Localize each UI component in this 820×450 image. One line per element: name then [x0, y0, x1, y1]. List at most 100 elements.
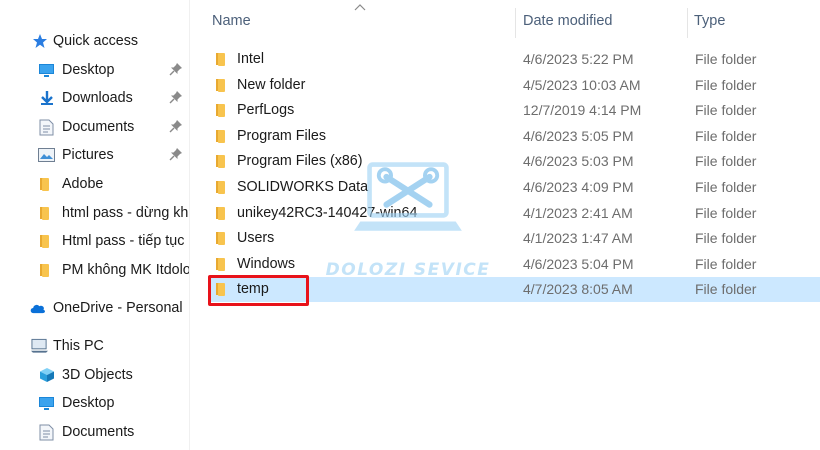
file-type: File folder: [695, 179, 757, 195]
file-type: File folder: [695, 51, 757, 67]
nav-item-documents[interactable]: Documents: [0, 114, 190, 140]
column-separator[interactable]: [687, 8, 688, 38]
pin-icon[interactable]: [169, 62, 183, 76]
nav-item-onedrive-personal[interactable]: OneDrive - Personal: [0, 295, 190, 321]
nav-item-label: 3D Objects: [62, 367, 133, 383]
file-row[interactable]: New folder 4/5/2023 10:03 AM File folder: [208, 73, 820, 98]
nav-item-html-pass-d-ng-kh[interactable]: html pass - dừng kh: [0, 200, 190, 226]
file-type: File folder: [695, 102, 757, 119]
nav-item-downloads[interactable]: Downloads: [0, 85, 190, 111]
nav-item-pm-kh-ng-mk-itdolo[interactable]: PM không MK Itdolo: [0, 257, 190, 283]
file-type: File folder: [695, 255, 757, 272]
desktop-icon: [38, 62, 55, 78]
computer-icon: [31, 338, 48, 354]
nav-item-quick-access[interactable]: Quick access: [0, 28, 190, 54]
nav-item-label: Pictures: [62, 147, 114, 163]
nav-item-documents[interactable]: Documents: [0, 419, 190, 445]
column-separator[interactable]: [515, 8, 516, 38]
file-type: File folder: [695, 127, 757, 144]
file-date-modified: 4/1/2023 1:47 AM: [523, 230, 633, 247]
file-date-modified: 4/6/2023 5:22 PM: [523, 51, 634, 67]
folder-icon: [38, 262, 55, 278]
folder-icon: [38, 205, 55, 221]
file-row[interactable]: PerfLogs 12/7/2019 4:14 PM File folder: [208, 98, 820, 123]
nav-item-label: Adobe: [62, 176, 104, 192]
desktop-icon: [38, 395, 55, 411]
folder-icon: [215, 103, 231, 118]
folder-icon: [215, 257, 231, 272]
nav-item-label: This PC: [53, 338, 104, 354]
nav-item-pictures[interactable]: Pictures: [0, 142, 190, 168]
watermark-text: DOLOZI SEVICE: [325, 260, 491, 280]
nav-item-html-pass-ti-p-t-c[interactable]: Html pass - tiếp tục: [0, 228, 190, 254]
file-date-modified: 12/7/2019 4:14 PM: [523, 102, 642, 119]
file-date-modified: 4/7/2023 8:05 AM: [523, 281, 633, 298]
file-row[interactable]: Windows 4/6/2023 5:04 PM File folder: [208, 252, 820, 277]
nav-item-3d-objects[interactable]: 3D Objects: [0, 362, 190, 388]
file-date-modified: 4/5/2023 10:03 AM: [523, 76, 641, 93]
folder-icon: [215, 154, 231, 169]
file-type: File folder: [695, 76, 757, 93]
file-name[interactable]: Users: [237, 230, 274, 246]
laptop-tools-icon: [354, 162, 462, 231]
file-type: File folder: [695, 281, 757, 298]
nav-item-label: OneDrive - Personal: [53, 300, 183, 316]
folder-icon: [38, 233, 55, 249]
cloud-icon: [29, 300, 46, 316]
folder-icon: [215, 231, 231, 246]
documents-icon: [38, 119, 55, 135]
file-name[interactable]: New folder: [237, 77, 305, 93]
folder-icon: [215, 78, 231, 93]
file-name[interactable]: PerfLogs: [237, 102, 294, 118]
nav-item-this-pc[interactable]: This PC: [0, 333, 190, 359]
folder-icon: [215, 206, 231, 221]
file-row[interactable]: unikey42RC3-140427-win64 4/1/2023 2:41 AM…: [208, 201, 820, 226]
file-date-modified: 4/1/2023 2:41 AM: [523, 204, 633, 221]
file-date-modified: 4/6/2023 5:04 PM: [523, 255, 634, 272]
folder-icon: [215, 129, 231, 144]
column-date-modified-header[interactable]: Date modified: [523, 13, 612, 29]
folder-icon: [215, 180, 231, 195]
nav-item-label: Quick access: [53, 33, 139, 49]
nav-item-label: PM không MK Itdolo: [62, 262, 190, 278]
column-name-header[interactable]: Name: [212, 13, 251, 29]
file-row[interactable]: SOLIDWORKS Data 4/6/2023 4:09 PM File fold…: [208, 175, 820, 200]
file-type: File folder: [695, 230, 757, 247]
file-row[interactable]: Program Files 4/6/2023 5:05 PM File folder: [208, 124, 820, 149]
file-name[interactable]: Intel: [237, 51, 264, 67]
file-row[interactable]: Intel 4/6/2023 5:22 PM File folder: [208, 47, 820, 72]
nav-item-label: Html pass - tiếp tục: [62, 233, 185, 249]
download-icon: [38, 90, 55, 106]
nav-item-label: html pass - dừng kh: [62, 205, 189, 221]
file-name[interactable]: Program Files: [237, 128, 326, 144]
nav-item-label: Documents: [62, 424, 135, 440]
folder-icon: [215, 52, 231, 67]
sort-ascending-icon[interactable]: [354, 3, 366, 11]
documents-icon: [38, 424, 55, 440]
nav-item-desktop[interactable]: Desktop: [0, 57, 190, 83]
column-header-row: Name Date modified Type: [190, 0, 820, 46]
pin-icon[interactable]: [169, 90, 183, 104]
cube-icon: [38, 367, 55, 383]
nav-item-label: Documents: [62, 119, 135, 135]
file-name[interactable]: Windows: [237, 256, 295, 272]
file-date-modified: 4/6/2023 5:05 PM: [523, 127, 634, 144]
navigation-pane: Quick access Desktop Downloads Documents Pic…: [0, 0, 190, 450]
pin-icon[interactable]: [169, 147, 183, 161]
folder-icon: [38, 176, 55, 192]
pictures-icon: [38, 147, 55, 163]
nav-item-label: Desktop: [62, 62, 115, 78]
column-type-header[interactable]: Type: [694, 13, 725, 29]
file-date-modified: 4/6/2023 5:03 PM: [523, 153, 634, 170]
nav-item-label: Desktop: [62, 395, 115, 411]
file-list: Name Date modified Type Intel 4/6/2023 5:…: [190, 0, 820, 450]
file-row[interactable]: Users 4/1/2023 1:47 AM File folder: [208, 226, 820, 251]
nav-item-desktop[interactable]: Desktop: [0, 390, 190, 416]
file-type: File folder: [695, 204, 757, 221]
star-icon: [31, 33, 48, 49]
pin-icon[interactable]: [169, 119, 183, 133]
nav-item-label: Downloads: [62, 90, 133, 106]
nav-item-adobe[interactable]: Adobe: [0, 171, 190, 197]
file-row[interactable]: Program Files (x86) 4/6/2023 5:03 PM File …: [208, 149, 820, 174]
red-highlight-box: [208, 275, 309, 306]
